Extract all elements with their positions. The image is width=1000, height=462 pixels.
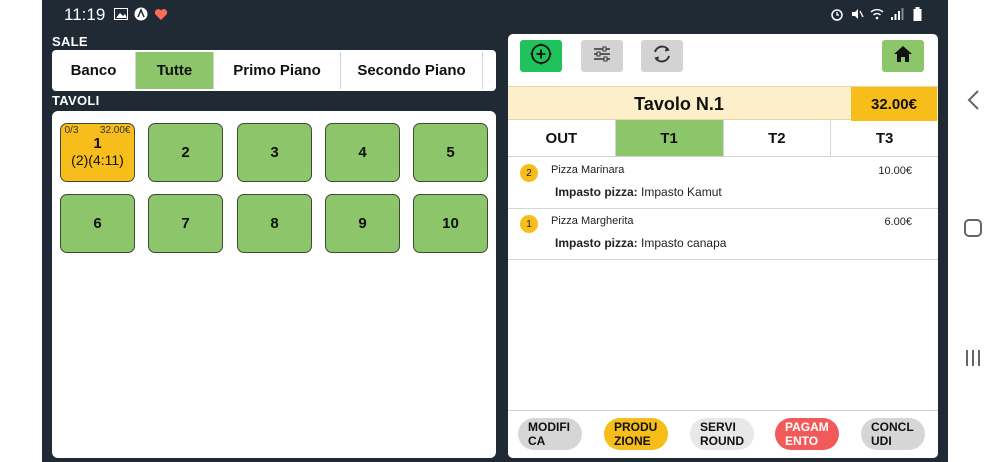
servi-round-button[interactable]: SERVI ROUND <box>690 418 754 450</box>
wifi-icon <box>870 7 884 21</box>
action-bar: MODIFI CA PRODU ZIONE SERVI ROUND PAGAM … <box>508 410 938 458</box>
health-icon <box>154 7 168 21</box>
table-button-2[interactable]: 2 <box>148 123 223 182</box>
tab-t2[interactable]: T2 <box>724 120 832 156</box>
table-button-1[interactable]: 0/3 32.00€ 1 (2)(4:11) <box>60 123 135 182</box>
turn-tab-label: T2 <box>768 129 786 147</box>
table-number: 9 <box>358 215 367 232</box>
pagamento-button[interactable]: PAGAM ENTO <box>775 418 839 450</box>
plus-circle-icon <box>530 43 552 70</box>
status-left-icons <box>114 7 168 21</box>
turn-tab-label: T1 <box>660 129 678 147</box>
order-table-title: Tavolo N.1 <box>634 93 724 114</box>
sale-tab-label: Secondo Piano <box>357 62 466 79</box>
nav-recent-apps-icon[interactable] <box>963 348 983 368</box>
alarm-icon <box>830 7 844 21</box>
item-name: Pizza Marinara <box>551 164 625 176</box>
list-item[interactable]: 2 Pizza Marinara 10.00€ Impasto pizza: I… <box>508 158 938 209</box>
concludi-button[interactable]: CONCL UDI <box>861 418 925 450</box>
order-total: 32.00€ <box>851 87 937 121</box>
sale-tab-label: Banco <box>70 62 117 79</box>
home-button[interactable] <box>882 40 924 72</box>
variant-label: Impasto pizza: <box>555 185 638 199</box>
home-icon <box>893 45 913 68</box>
order-items-list: 2 Pizza Marinara 10.00€ Impasto pizza: I… <box>508 158 938 260</box>
device-frame: 11:19 SALE Banco Tutte Primo Piano Secon… <box>0 0 1000 462</box>
table-number: 10 <box>442 215 459 232</box>
sale-tab-primo-piano[interactable]: Primo Piano <box>214 52 341 89</box>
variant-value: Impasto Kamut <box>641 185 722 199</box>
refresh-icon <box>651 43 673 70</box>
sale-tab-banco[interactable]: Banco <box>52 52 136 89</box>
status-right-icons <box>830 7 924 21</box>
mute-icon <box>850 7 864 21</box>
turn-tab-label: OUT <box>545 129 578 147</box>
table-number: 1 <box>93 135 102 152</box>
table-button-4[interactable]: 4 <box>325 123 400 182</box>
table-number: 6 <box>93 215 102 232</box>
table-number: 7 <box>181 215 190 232</box>
table-button-8[interactable]: 8 <box>237 194 312 253</box>
add-order-button[interactable] <box>520 40 562 72</box>
gallery-icon <box>114 7 128 21</box>
table-number: 5 <box>446 144 455 161</box>
nav-back-icon[interactable] <box>964 88 984 112</box>
item-variant: Impasto pizza: Impasto Kamut <box>555 185 722 199</box>
list-item[interactable]: 1 Pizza Margherita 6.00€ Impasto pizza: … <box>508 209 938 260</box>
sale-tab-tutte[interactable]: Tutte <box>136 52 214 89</box>
tables-panel: 0/3 32.00€ 1 (2)(4:11) 2 3 4 5 6 7 8 9 1… <box>52 111 496 458</box>
sale-tab-secondo-piano[interactable]: Secondo Piano <box>341 52 483 89</box>
item-price: 6.00€ <box>884 216 912 228</box>
status-bar: 11:19 <box>42 0 948 30</box>
variant-label: Impasto pizza: <box>555 236 638 250</box>
table-number: 3 <box>270 144 279 161</box>
table-number: 2 <box>181 144 190 161</box>
tab-t1[interactable]: T1 <box>615 120 724 156</box>
battery-icon <box>910 7 924 21</box>
item-price: 10.00€ <box>878 165 912 177</box>
modifica-button[interactable]: MODIFI CA <box>518 418 582 450</box>
status-time: 11:19 <box>64 5 106 24</box>
tab-out[interactable]: OUT <box>508 120 616 156</box>
table-total: 32.00€ <box>99 125 131 136</box>
variant-value: Impasto canapa <box>641 236 727 250</box>
table-button-10[interactable]: 10 <box>413 194 488 253</box>
produzione-button[interactable]: PRODU ZIONE <box>604 418 668 450</box>
table-button-9[interactable]: 9 <box>325 194 400 253</box>
sale-tab-label: Primo Piano <box>233 62 321 79</box>
refresh-button[interactable] <box>641 40 683 72</box>
table-button-5[interactable]: 5 <box>413 123 488 182</box>
table-covers: 0/3 <box>64 125 79 136</box>
table-button-3[interactable]: 3 <box>237 123 312 182</box>
table-button-6[interactable]: 6 <box>60 194 135 253</box>
order-header: Tavolo N.1 32.00€ <box>508 86 938 121</box>
turn-tab-label: T3 <box>875 129 894 147</box>
app-screen: 11:19 SALE Banco Tutte Primo Piano Secon… <box>42 0 948 462</box>
table-number: 4 <box>358 144 367 161</box>
sale-tabs: Banco Tutte Primo Piano Secondo Piano <box>52 50 496 91</box>
table-occupancy-info: (2)(4:11) <box>71 152 124 168</box>
filter-button[interactable] <box>581 40 623 72</box>
table-button-7[interactable]: 7 <box>148 194 223 253</box>
order-panel: Tavolo N.1 32.00€ OUT T1 T2 T3 2 Pizza M… <box>508 34 938 458</box>
sliders-icon <box>592 46 612 67</box>
turn-tabs: OUT T1 T2 T3 <box>508 120 938 157</box>
signal-icon <box>890 7 904 21</box>
item-variant: Impasto pizza: Impasto canapa <box>555 236 726 250</box>
sale-tab-label: Tutte <box>156 62 193 79</box>
table-number: 8 <box>270 215 279 232</box>
tab-t3[interactable]: T3 <box>831 120 938 156</box>
app-notification-icon <box>134 7 148 21</box>
item-name: Pizza Margherita <box>551 215 634 227</box>
nav-home-icon[interactable] <box>964 219 982 237</box>
tavoli-section-label: TAVOLI <box>52 93 100 108</box>
quantity-badge: 2 <box>520 164 538 182</box>
sale-section-label: SALE <box>52 34 88 49</box>
quantity-badge: 1 <box>520 215 538 233</box>
